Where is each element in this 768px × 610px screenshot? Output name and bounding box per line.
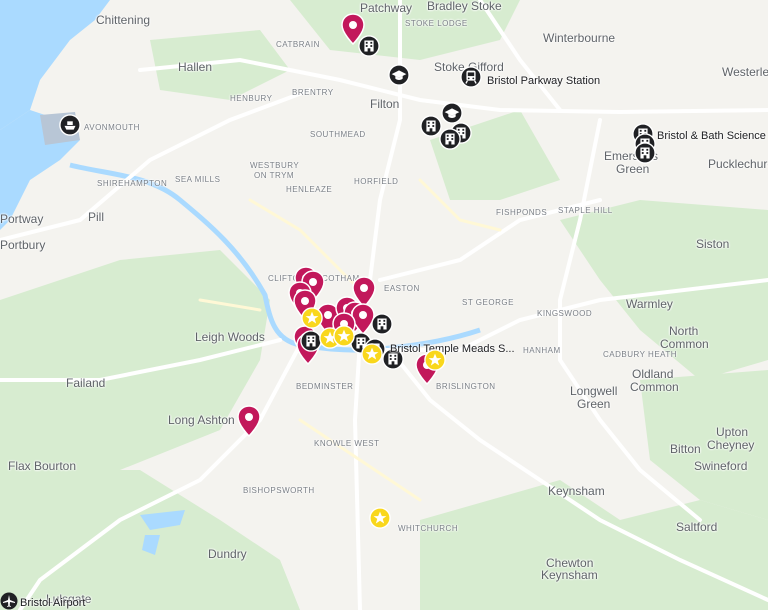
place-label-southmead: SOUTHMEAD	[310, 130, 366, 139]
place-label-north: North	[669, 324, 699, 338]
place-label-warmley: Warmley	[626, 297, 673, 311]
place-label-staple-hill: STAPLE HILL	[558, 206, 613, 215]
place-label-bishopsworth: BISHOPSWORTH	[243, 486, 315, 495]
place-label-patchway: Patchway	[360, 1, 413, 15]
building-icon[interactable]	[371, 313, 393, 335]
place-label-on-trym: ON TRYM	[254, 171, 295, 180]
place-label-westerleigh: Westerleigh	[722, 65, 768, 79]
place-label-portbury: Portbury	[0, 238, 46, 252]
place-label-hanham: HANHAM	[523, 346, 561, 355]
star-icon[interactable]	[369, 507, 391, 529]
poi-label-temple-meads[interactable]: Bristol Temple Meads S...	[390, 343, 515, 355]
school-icon[interactable]	[441, 102, 463, 124]
place-label-bedminster: BEDMINSTER	[296, 382, 354, 391]
place-label-long-ashton: Long Ashton	[168, 413, 235, 427]
airplane-icon[interactable]	[0, 592, 18, 610]
place-label-whitchurch: WHITCHURCH	[398, 524, 459, 533]
place-label-upton: Upton	[716, 425, 749, 439]
building-icon[interactable]	[358, 35, 380, 57]
place-label-pucklechurch: Pucklechurch	[708, 157, 768, 171]
place-label-fishponds: FISHPONDS	[496, 208, 548, 217]
place-label-oldland-common: Common	[630, 380, 679, 394]
ferry-icon[interactable]	[59, 114, 81, 136]
place-label-kingswood: KINGSWOOD	[537, 309, 593, 318]
place-label-leigh-woods: Leigh Woods	[195, 330, 265, 344]
star-icon[interactable]	[333, 325, 355, 347]
star-icon[interactable]	[301, 307, 323, 329]
place-label-avonmouth: Avonmouth	[84, 123, 140, 132]
place-label-saltford: Saltford	[676, 520, 718, 534]
place-label-hallen: Hallen	[178, 60, 213, 74]
place-label-chittening: Chittening	[96, 13, 151, 27]
poi-label-bristol-parkway[interactable]: Bristol Parkway Station	[487, 75, 600, 87]
place-label-north-common: Common	[660, 337, 709, 351]
building-icon[interactable]	[439, 128, 461, 150]
place-label-sea-mills: SEA MILLS	[175, 175, 221, 184]
place-label-cheyney: Cheyney	[707, 438, 755, 452]
place-label-brislington: BRISLINGTON	[436, 382, 496, 391]
place-label-cadbury-heath: CADBURY HEATH	[603, 350, 678, 359]
place-label-catbrain: CATBRAIN	[276, 40, 320, 49]
place-label-oldland: Oldland	[632, 367, 674, 381]
place-label-portway: Portway	[0, 212, 44, 226]
school-icon[interactable]	[388, 64, 410, 86]
place-label-horfield: HORFIELD	[354, 177, 399, 186]
location-pin-icon[interactable]	[236, 405, 262, 437]
place-label-siston: Siston	[696, 237, 730, 251]
building-icon[interactable]	[634, 142, 656, 164]
train-icon[interactable]	[460, 66, 482, 88]
place-label-chewton-keynsham: Keynsham	[541, 568, 598, 582]
place-label-longwell: Longwell	[570, 384, 618, 398]
place-label-swineford: Swineford	[694, 459, 748, 473]
place-label-failand: Failand	[66, 376, 106, 390]
place-label-flax-bourton: Flax Bourton	[8, 459, 77, 473]
place-label-filton: Filton	[370, 97, 400, 111]
place-label-brentry: BRENTRY	[292, 88, 334, 97]
place-label-henbury: HENBURY	[230, 94, 273, 103]
place-label-bradley-stoke: Bradley Stoke	[427, 0, 502, 13]
place-label-pill: Pill	[88, 210, 105, 224]
place-label-dundry: Dundry	[208, 547, 247, 561]
place-label-bitton: Bitton	[670, 442, 701, 456]
place-label-st-george: ST GEORGE	[462, 298, 514, 307]
place-label-winterbourne: Winterbourne	[543, 31, 616, 45]
place-label-emersons-green: Green	[616, 162, 650, 176]
place-label-westbury: WESTBURY	[250, 161, 300, 170]
place-label-stoke-lodge: STOKE LODGE	[405, 19, 468, 28]
poi-label-bristol-airport[interactable]: Bristol Airport	[20, 597, 85, 609]
place-label-knowle-west: KNOWLE WEST	[314, 439, 380, 448]
poi-label-science-park[interactable]: Bristol & Bath Science ...	[657, 130, 768, 142]
place-label-easton: Easton	[384, 284, 420, 293]
star-icon[interactable]	[361, 343, 383, 365]
star-icon[interactable]	[424, 349, 446, 371]
place-label-longwell-green: Green	[577, 397, 611, 411]
place-label-keynsham: Keynsham	[548, 484, 605, 498]
place-label-shirehampton: SHIREHAMPTON	[97, 179, 168, 188]
place-label-henleaze: HENLEAZE	[286, 185, 333, 194]
